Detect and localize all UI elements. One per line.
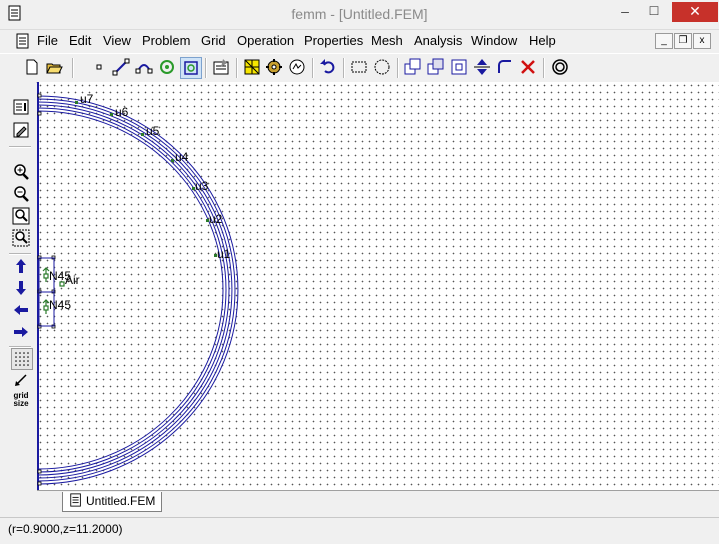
zoom-window-icon[interactable] (11, 228, 31, 248)
tab-untitled-fem[interactable]: Untitled.FEM (62, 492, 163, 512)
undo-icon[interactable] (318, 57, 338, 77)
zoom-in-icon[interactable] (11, 162, 31, 182)
run-analysis-icon[interactable] (264, 57, 284, 77)
delete-icon[interactable] (518, 57, 538, 77)
pan-left-icon[interactable] (11, 300, 31, 320)
mirror-icon[interactable] (472, 57, 492, 77)
mdi-minimize-button[interactable]: _ (655, 33, 673, 49)
drawing-canvas[interactable]: u7 u6 u5 u4 u3 u2 u1 N45 Air N45 (37, 82, 719, 490)
label-u1: u1 (217, 247, 231, 261)
menu-analysis[interactable]: Analysis (414, 33, 462, 48)
menu-operation[interactable]: Operation (237, 33, 294, 48)
document-icon[interactable] (15, 33, 31, 49)
title-bar: femm - [Untitled.FEM] – ☐ ✕ (0, 0, 719, 30)
segment-mode-icon[interactable] (111, 57, 131, 77)
label-u2: u2 (209, 212, 223, 226)
mdi-close-button[interactable]: x (693, 33, 711, 49)
menu-bar: File Edit View Problem Grid Operation Pr… (0, 30, 719, 52)
pan-up-icon[interactable] (11, 256, 31, 276)
menu-view[interactable]: View (103, 33, 131, 48)
menu-help[interactable]: Help (529, 33, 556, 48)
select-box-icon[interactable] (349, 57, 369, 77)
view-toolbar: grid size (0, 82, 36, 490)
label-n45-bottom: N45 (49, 298, 71, 312)
zoom-natural-icon[interactable] (11, 206, 31, 226)
menu-properties[interactable]: Properties (304, 33, 363, 48)
menu-window[interactable]: Window (471, 33, 517, 48)
select-circle-icon[interactable] (372, 57, 392, 77)
fillet-icon[interactable] (495, 57, 515, 77)
minimize-button[interactable]: – (612, 2, 638, 22)
properties-icon[interactable] (211, 57, 231, 77)
copy-icon[interactable] (426, 57, 446, 77)
show-grid-icon[interactable] (11, 348, 33, 370)
target-icon[interactable] (550, 57, 570, 77)
edit-icon[interactable] (11, 120, 31, 140)
label-u6: u6 (115, 105, 129, 119)
close-button[interactable]: ✕ (672, 2, 718, 22)
menu-edit[interactable]: Edit (69, 33, 91, 48)
label-u3: u3 (195, 179, 209, 193)
tab-label: Untitled.FEM (86, 494, 156, 508)
menu-file[interactable]: File (37, 33, 58, 48)
document-icon (70, 493, 81, 507)
pan-right-icon[interactable] (11, 322, 31, 342)
arc-mode-icon[interactable] (134, 57, 154, 77)
label-u7: u7 (80, 92, 94, 106)
view-results-icon[interactable] (287, 57, 307, 77)
scale-icon[interactable] (449, 57, 469, 77)
status-bar: (r=0.9000,z=11.2000) (0, 517, 719, 544)
zoom-out-icon[interactable] (11, 184, 31, 204)
move-icon[interactable] (403, 57, 423, 77)
label-u5: u5 (146, 124, 160, 138)
label-u4: u4 (175, 150, 189, 164)
new-file-icon[interactable] (22, 57, 42, 77)
show-names-icon[interactable] (11, 97, 31, 117)
mesh-icon[interactable] (242, 57, 262, 77)
group-mode-icon[interactable] (180, 57, 202, 79)
geometry-drawing[interactable]: u7 u6 u5 u4 u3 u2 u1 N45 Air N45 (37, 82, 719, 490)
grid-size-button[interactable]: grid size (11, 392, 31, 414)
mdi-restore-button[interactable]: ❐ (674, 33, 692, 49)
maximize-button[interactable]: ☐ (641, 2, 667, 22)
menu-problem[interactable]: Problem (142, 33, 190, 48)
coordinate-readout: (r=0.9000,z=11.2000) (8, 522, 123, 536)
snap-grid-icon[interactable] (11, 370, 31, 390)
menu-mesh[interactable]: Mesh (371, 33, 403, 48)
main-toolbar (0, 53, 719, 83)
open-folder-icon[interactable] (44, 57, 64, 77)
block-label-mode-icon[interactable] (157, 57, 177, 77)
label-air: Air (65, 273, 80, 287)
pan-down-icon[interactable] (11, 278, 31, 298)
document-tab-bar: Untitled.FEM (37, 490, 719, 515)
node-mode-icon[interactable] (89, 57, 109, 77)
menu-grid[interactable]: Grid (201, 33, 226, 48)
